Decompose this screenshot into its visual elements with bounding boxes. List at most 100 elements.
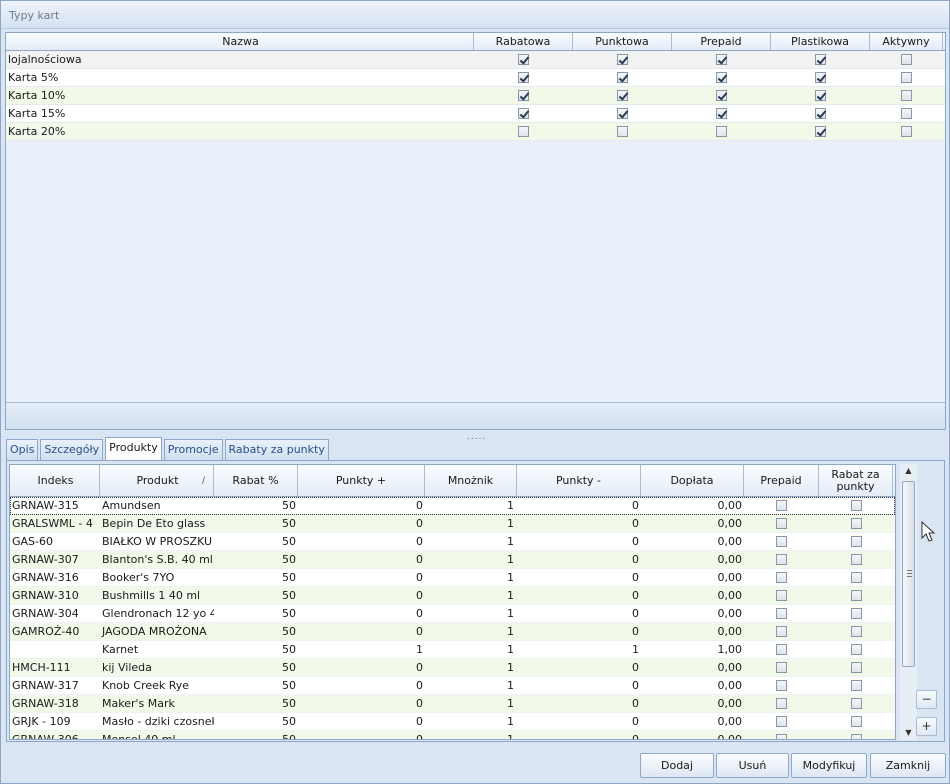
prepaid-checkbox[interactable] [776,662,787,673]
punktowa-checkbox[interactable] [617,72,628,83]
column-indeks[interactable]: Indeks [10,465,100,496]
prepaid-checkbox[interactable] [776,716,787,727]
chevron-down-icon[interactable]: ▼ [900,726,917,740]
card-type-row[interactable]: lojalnościowa [6,51,945,69]
plastikowa-checkbox[interactable] [815,108,826,119]
column-doplata[interactable]: Dopłata [641,465,744,496]
card-type-row[interactable]: Karta 15% [6,105,945,123]
rabat-za-punkty-checkbox[interactable] [850,734,862,739]
punktowa-checkbox[interactable] [617,126,628,137]
aktywny-checkbox[interactable] [901,54,912,65]
table-row[interactable]: GAMROŻ-40 JAGODA MROŻONA 50 0 1 0 0,00 [10,623,895,641]
table-row[interactable]: GAS-60 BIAŁKO W PROSZKU 50 0 1 0 0,00 [10,533,895,551]
column-prepaid[interactable]: Prepaid [672,33,771,50]
rabat-za-punkty-checkbox[interactable] [850,662,862,673]
rabat-za-punkty-checkbox[interactable] [850,644,862,655]
punktowa-checkbox[interactable] [617,54,628,65]
column-rabat[interactable]: Rabat % [214,465,298,496]
rabatowa-checkbox[interactable] [518,90,529,101]
prepaid-checkbox[interactable] [776,734,787,739]
remove-product-button[interactable]: − [916,690,937,709]
prepaid-checkbox[interactable] [776,644,787,655]
tab-opis[interactable]: Opis [6,439,39,460]
prepaid-checkbox[interactable] [776,590,787,601]
punktowa-checkbox[interactable] [617,108,628,119]
card-types-grid[interactable]: Nazwa Rabatowa Punktowa Prepaid Plastiko… [5,32,946,430]
prepaid-checkbox[interactable] [776,554,787,565]
prepaid-checkbox[interactable] [716,72,727,83]
card-type-row[interactable]: Karta 10% [6,87,945,105]
products-scrollbar[interactable]: ▲ ▼ [900,464,917,740]
rabat-za-punkty-checkbox[interactable] [850,572,862,583]
aktywny-checkbox[interactable] [901,108,912,119]
punktowa-checkbox[interactable] [617,90,628,101]
prepaid-checkbox[interactable] [716,126,727,137]
tab-szczegóły[interactable]: Szczegóły [40,439,104,460]
table-row[interactable]: GRALSWML - 4 Bepin De Eto glass 50 0 1 0 0,00 [10,515,895,533]
aktywny-checkbox[interactable] [901,72,912,83]
rabatowa-checkbox[interactable] [518,126,529,137]
column-produkt[interactable]: Produkt / [100,465,214,496]
prepaid-checkbox[interactable] [776,572,787,583]
dodaj-button[interactable]: Dodaj [640,753,714,778]
column-rabatowa[interactable]: Rabatowa [474,33,573,50]
plastikowa-checkbox[interactable] [815,126,826,137]
rabatowa-checkbox[interactable] [518,72,529,83]
prepaid-checkbox[interactable] [776,536,787,547]
rabatowa-checkbox[interactable] [518,54,529,65]
prepaid-checkbox[interactable] [776,518,787,529]
column-rabat-za-punkty[interactable]: Rabat za punkty [819,465,893,496]
plastikowa-checkbox[interactable] [815,54,826,65]
prepaid-checkbox[interactable] [776,698,787,709]
prepaid-checkbox[interactable] [776,608,787,619]
rabat-za-punkty-checkbox[interactable] [850,518,862,529]
modyfikuj-button[interactable]: Modyfikuj [791,753,867,778]
table-row[interactable]: GRNAW-318 Maker's Mark 50 0 1 0 0,00 [10,695,895,713]
scroll-thumb[interactable] [902,481,915,667]
tab-promocje[interactable]: Promocje [163,439,223,460]
column-nazwa[interactable]: Nazwa [6,33,474,50]
rabat-za-punkty-checkbox[interactable] [850,500,862,511]
rabat-za-punkty-checkbox[interactable] [850,680,862,691]
plastikowa-checkbox[interactable] [815,72,826,83]
column-punkty-minus[interactable]: Punkty - [517,465,641,496]
table-row[interactable]: GRNAW-304 Glendronach 12 yo 40 ml 50 0 1 0 0,0… [10,605,895,623]
plastikowa-checkbox[interactable] [815,90,826,101]
splitter-grip[interactable]: ..... [467,432,486,442]
tab-rabaty-za-punkty[interactable]: Rabaty za punkty [224,439,329,460]
table-row[interactable]: HMCH-111 kij Vileda 50 0 1 0 0,00 [10,659,895,677]
table-row[interactable]: GRNAW-317 Knob Creek Rye 50 0 1 0 0,00 [10,677,895,695]
chevron-up-icon[interactable]: ▲ [900,464,917,478]
column-plastikowa[interactable]: Plastikowa [771,33,870,50]
usun-button[interactable]: Usuń [716,753,789,778]
prepaid-checkbox[interactable] [716,54,727,65]
column-mnoznik[interactable]: Mnożnik [425,465,517,496]
zamknij-button[interactable]: Zamknij [870,753,946,778]
prepaid-checkbox[interactable] [776,680,787,691]
add-product-button[interactable]: + [916,717,937,736]
prepaid-checkbox[interactable] [776,626,787,637]
rabatowa-checkbox[interactable] [518,108,529,119]
aktywny-checkbox[interactable] [901,126,912,137]
table-row[interactable]: GRNAW-315 Amundsen 50 0 1 0 0,00 [10,497,895,515]
rabat-za-punkty-checkbox[interactable] [850,608,862,619]
tab-produkty[interactable]: Produkty [105,437,162,460]
card-type-row[interactable]: Karta 20% [6,123,945,141]
prepaid-checkbox[interactable] [776,500,787,511]
rabat-za-punkty-checkbox[interactable] [850,716,862,727]
rabat-za-punkty-checkbox[interactable] [850,536,862,547]
prepaid-checkbox[interactable] [716,90,727,101]
aktywny-checkbox[interactable] [901,90,912,101]
table-row[interactable]: GRNAW-306 Monsel 40 ml 50 0 1 0 0,00 [10,731,895,739]
column-prepaid[interactable]: Prepaid [744,465,819,496]
card-type-row[interactable]: Karta 5% [6,69,945,87]
table-row[interactable]: GRJK - 109 Masło - dziki czosnek 50 0 1 0 0,00 [10,713,895,731]
rabat-za-punkty-checkbox[interactable] [850,554,862,565]
rabat-za-punkty-checkbox[interactable] [850,626,862,637]
prepaid-checkbox[interactable] [716,108,727,119]
table-row[interactable]: GRNAW-307 Blanton's S.B. 40 ml 50 0 1 0 0,00 [10,551,895,569]
table-row[interactable]: GRNAW-310 Bushmills 1 40 ml 50 0 1 0 0,00 [10,587,895,605]
products-grid[interactable]: Indeks Produkt / Rabat % Punkty + Mnożni… [9,464,896,740]
rabat-za-punkty-checkbox[interactable] [850,698,862,709]
table-row[interactable]: Karnet 50 1 1 1 1,00 [10,641,895,659]
